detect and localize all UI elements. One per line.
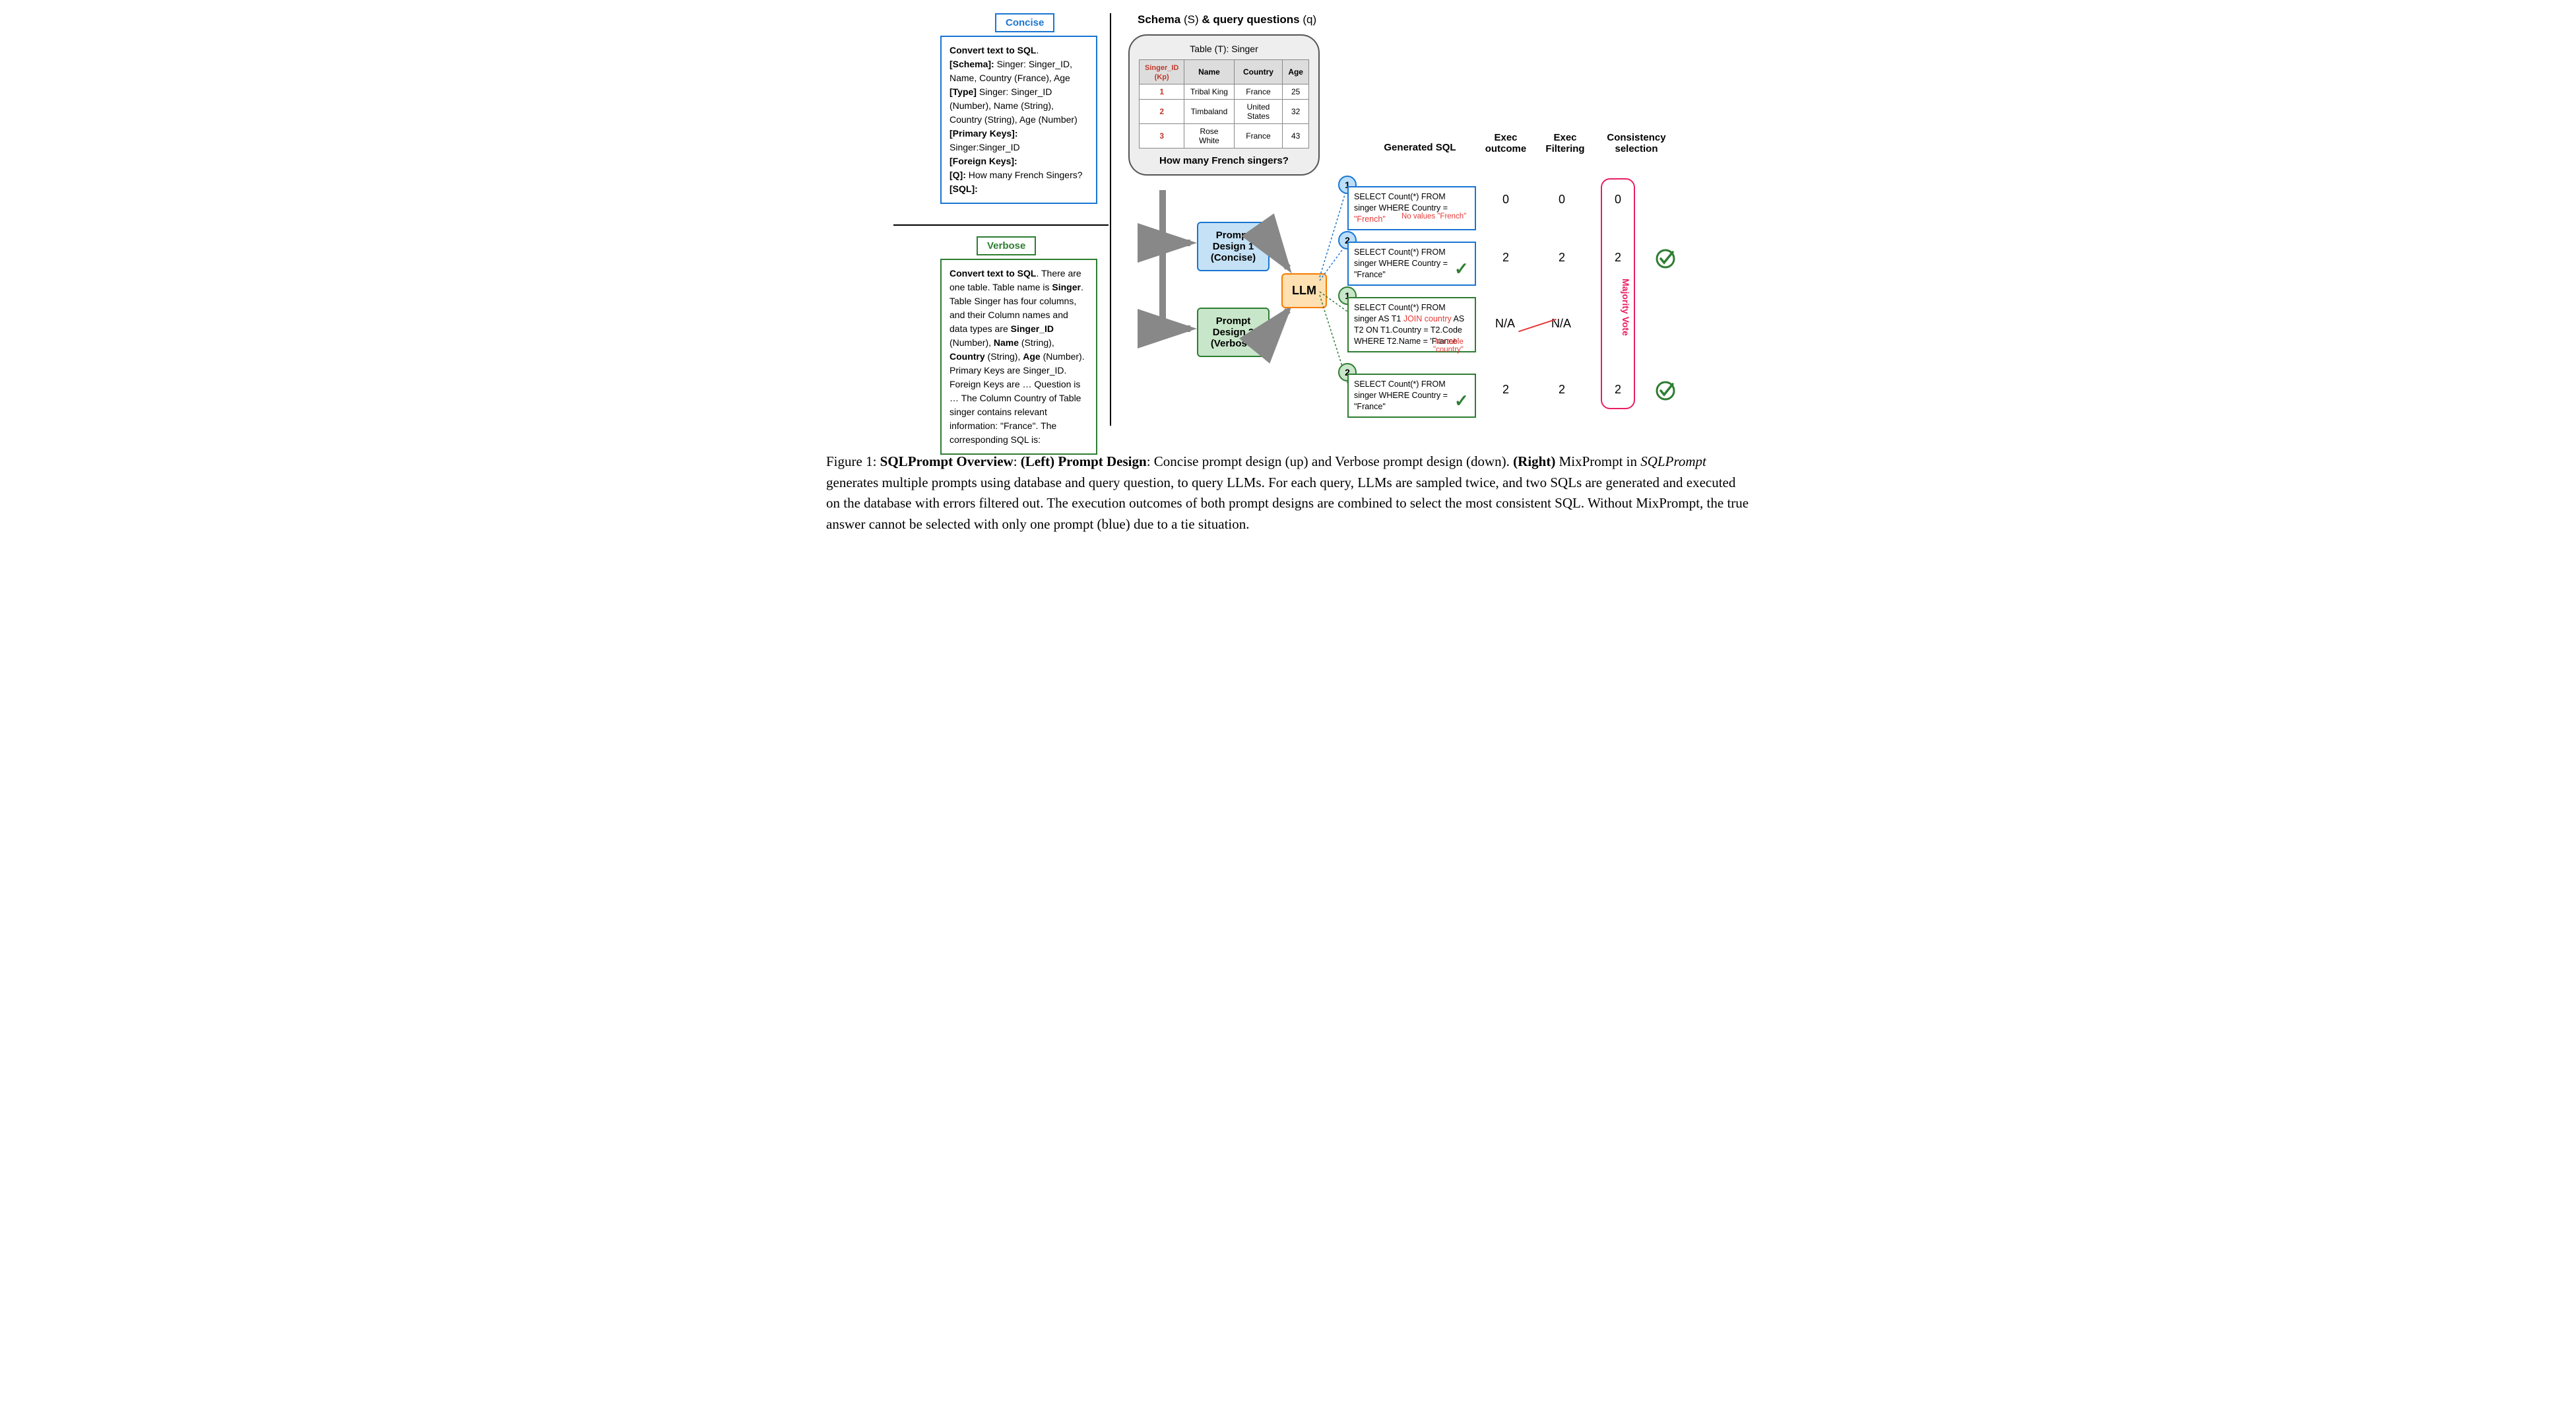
arrow-schema-branch <box>1143 190 1202 365</box>
schema-title: Schema (S) & query questions (q) <box>1138 13 1316 26</box>
consistency-4: 2 <box>1605 383 1631 397</box>
arrow-pd2-llm <box>1270 310 1296 340</box>
schema-card: Table (T): Singer Singer_ID(Kp) Name Cou… <box>1128 34 1320 176</box>
table-caption: Table (T): Singer <box>1139 44 1309 54</box>
figure-caption: Figure 1: SQLPrompt Overview: (Left) Pro… <box>826 451 1750 535</box>
error-note-1: No values "French" <box>1401 213 1466 220</box>
selected-check-icon <box>1655 380 1676 407</box>
exec-filter-4: 2 <box>1549 383 1575 397</box>
error-note-3: No table"country" <box>1433 338 1464 354</box>
majority-vote-label: Majority Vote <box>1621 279 1631 336</box>
check-icon: ✓ <box>1454 391 1469 411</box>
table-row: 2TimbalandUnited States32 <box>1140 100 1309 124</box>
table-row: 1Tribal KingFrance25 <box>1140 84 1309 100</box>
exec-filter-2: 2 <box>1549 251 1575 265</box>
sql-box-1: SELECT Count(*) FROM singer WHERE Countr… <box>1347 186 1476 230</box>
exec-outcome-4: 2 <box>1493 383 1519 397</box>
divider-horizontal <box>893 224 1109 226</box>
check-icon: ✓ <box>1454 259 1469 279</box>
prompt-design-2: PromptDesign 2(Verbose) <box>1197 308 1270 357</box>
query-question: How many French singers? <box>1139 155 1309 166</box>
schema-table: Singer_ID(Kp) Name Country Age 1Tribal K… <box>1139 59 1309 149</box>
prompt-design-1: PromptDesign 1(Concise) <box>1197 222 1270 271</box>
exec-filter-1: 0 <box>1549 193 1575 207</box>
exec-outcome-3: N/A <box>1489 317 1522 331</box>
tag-concise: Concise <box>995 13 1054 32</box>
exec-filter-3: N/A <box>1544 317 1578 331</box>
diagram-root: Concise Convert text to SQL. [Schema]: S… <box>806 13 1770 436</box>
col-exec-filtering: Exec Filtering <box>1535 132 1595 154</box>
consistency-2: 2 <box>1605 251 1631 265</box>
col-exec-outcome: Exec outcome <box>1476 132 1535 154</box>
verbose-box: Convert text to SQL. There are one table… <box>940 259 1097 455</box>
divider-vertical <box>1110 13 1111 426</box>
exec-outcome-2: 2 <box>1493 251 1519 265</box>
col-consistency: Consistency selection <box>1597 132 1676 154</box>
table-row: 3Rose WhiteFrance43 <box>1140 124 1309 149</box>
consistency-1: 0 <box>1605 193 1631 207</box>
col-generated-sql: Generated SQL <box>1367 142 1473 153</box>
concise-box: Convert text to SQL. [Schema]: Singer: S… <box>940 36 1097 204</box>
arrow-pd1-llm <box>1270 238 1296 261</box>
tag-verbose: Verbose <box>977 236 1036 255</box>
selected-check-icon <box>1655 248 1676 275</box>
exec-outcome-1: 0 <box>1493 193 1519 207</box>
